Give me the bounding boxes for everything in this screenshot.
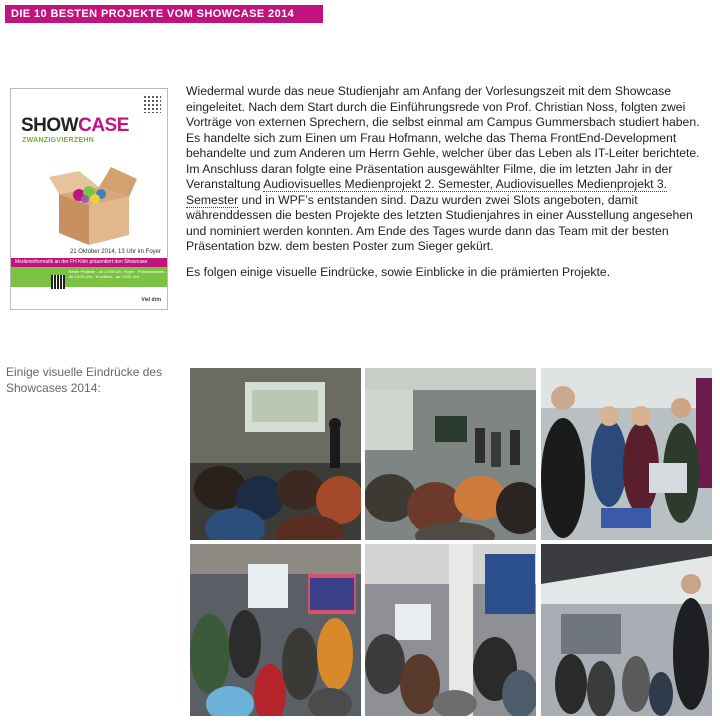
gallery-photo-6[interactable]: [541, 544, 712, 716]
intro-text: Wiedermal wurde das neue Studienjahr am …: [186, 84, 710, 290]
poster-schedule-bar: Beste Projekte - ab 13:00 Uhr, Foyer · P…: [11, 267, 167, 287]
intro-paragraph-1: Wiedermal wurde das neue Studienjahr am …: [186, 84, 700, 253]
gallery-photo-1[interactable]: [190, 368, 361, 540]
page-title-banner: DIE 10 BESTEN PROJEKTE VOM SHOWCASE 2014: [5, 5, 323, 23]
poster-logo: Viel drin: [141, 297, 161, 303]
gallery-label: Einige visuelle Eindrücke des Showcases …: [6, 365, 163, 395]
poster-title: SHOWCASE: [21, 115, 129, 136]
intro-paragraph-2: Es folgen einige visuelle Eindrücke, sow…: [186, 264, 611, 279]
cardboard-box-illustration: [49, 167, 137, 245]
poster-info-bar: Medieninformatik an der FH Köln präsenti…: [11, 258, 167, 267]
dot-grid-icon: [143, 95, 161, 113]
poster-schedule-text: Beste Projekte - ab 13:00 Uhr, Foyer · P…: [69, 269, 167, 279]
gallery-photo-5[interactable]: [365, 544, 536, 716]
qr-code-icon: [51, 275, 65, 289]
gallery-photo-3[interactable]: [541, 368, 712, 540]
gallery-photo-2[interactable]: [365, 368, 536, 540]
gallery-photo-4[interactable]: [190, 544, 361, 716]
showcase-poster-image[interactable]: SHOWCASE ZWANZIGVIERZEHN 21 Oktober 2014…: [10, 88, 168, 310]
poster-date: 21 Oktober 2014, 13 Uhr im Foyer: [69, 249, 161, 255]
poster-subtitle: ZWANZIGVIERZEHN: [22, 137, 95, 144]
